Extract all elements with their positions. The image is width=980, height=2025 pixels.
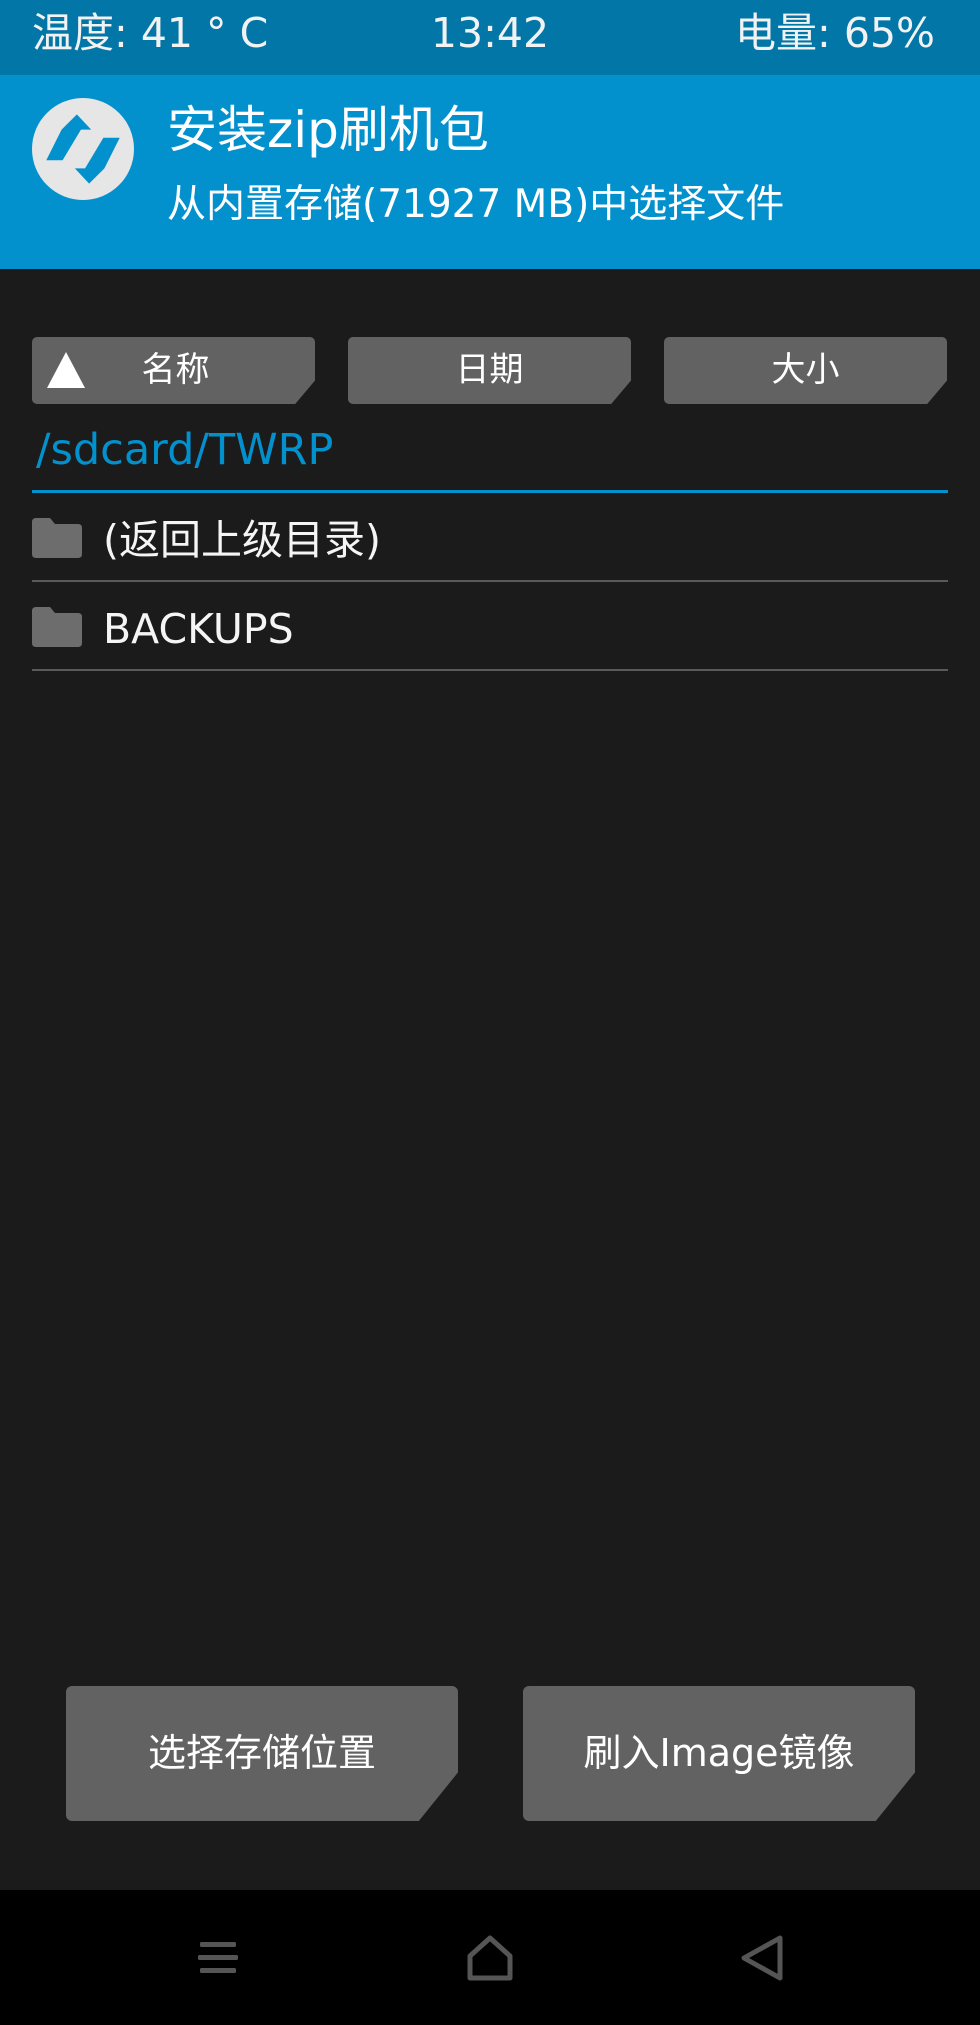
sort-by-name-button[interactable]: 名称 [32,337,315,404]
sort-by-date-button[interactable]: 日期 [348,337,631,404]
list-divider [32,669,948,671]
back-icon[interactable] [732,1928,792,1988]
sort-by-date-label: 日期 [455,350,524,390]
home-icon[interactable] [460,1928,520,1988]
path-divider [32,490,948,493]
sort-by-size-button[interactable]: 大小 [664,337,947,404]
page-subtitle: 从内置存储(71927 MB)中选择文件 [167,182,785,227]
twrp-install-screen: 温度: 41 ° C 13:42 电量: 65% 安装zip刷机包 从内置存储(… [0,0,980,2025]
current-path: /sdcard/TWRP [36,425,334,475]
navigation-bar [0,1890,980,2025]
file-list-item-parent-dir[interactable]: (返回上级目录) [32,495,948,581]
select-storage-label: 选择存储位置 [147,1731,376,1775]
sort-ascending-triangle-icon [47,352,85,388]
sort-by-size-label: 大小 [771,350,840,390]
file-list-item-label: (返回上级目录) [103,516,381,564]
status-bar: 温度: 41 ° C 13:42 电量: 65% [0,0,980,75]
sort-by-name-label: 名称 [141,350,210,390]
file-list-item-label: BACKUPS [103,605,294,653]
select-storage-button[interactable]: 选择存储位置 [66,1686,458,1821]
flash-image-button[interactable]: 刷入Image镜像 [523,1686,915,1821]
page-title: 安装zip刷机包 [167,101,489,159]
file-list-item-backups[interactable]: BACKUPS [32,584,948,670]
folder-icon [32,607,82,647]
list-divider [32,580,948,582]
twrp-logo-icon [32,98,134,200]
header: 安装zip刷机包 从内置存储(71927 MB)中选择文件 [0,75,980,269]
folder-icon [32,518,82,558]
flash-image-label: 刷入Image镜像 [583,1731,855,1775]
menu-icon[interactable] [188,1928,248,1988]
status-battery: 电量: 65% [735,9,935,57]
